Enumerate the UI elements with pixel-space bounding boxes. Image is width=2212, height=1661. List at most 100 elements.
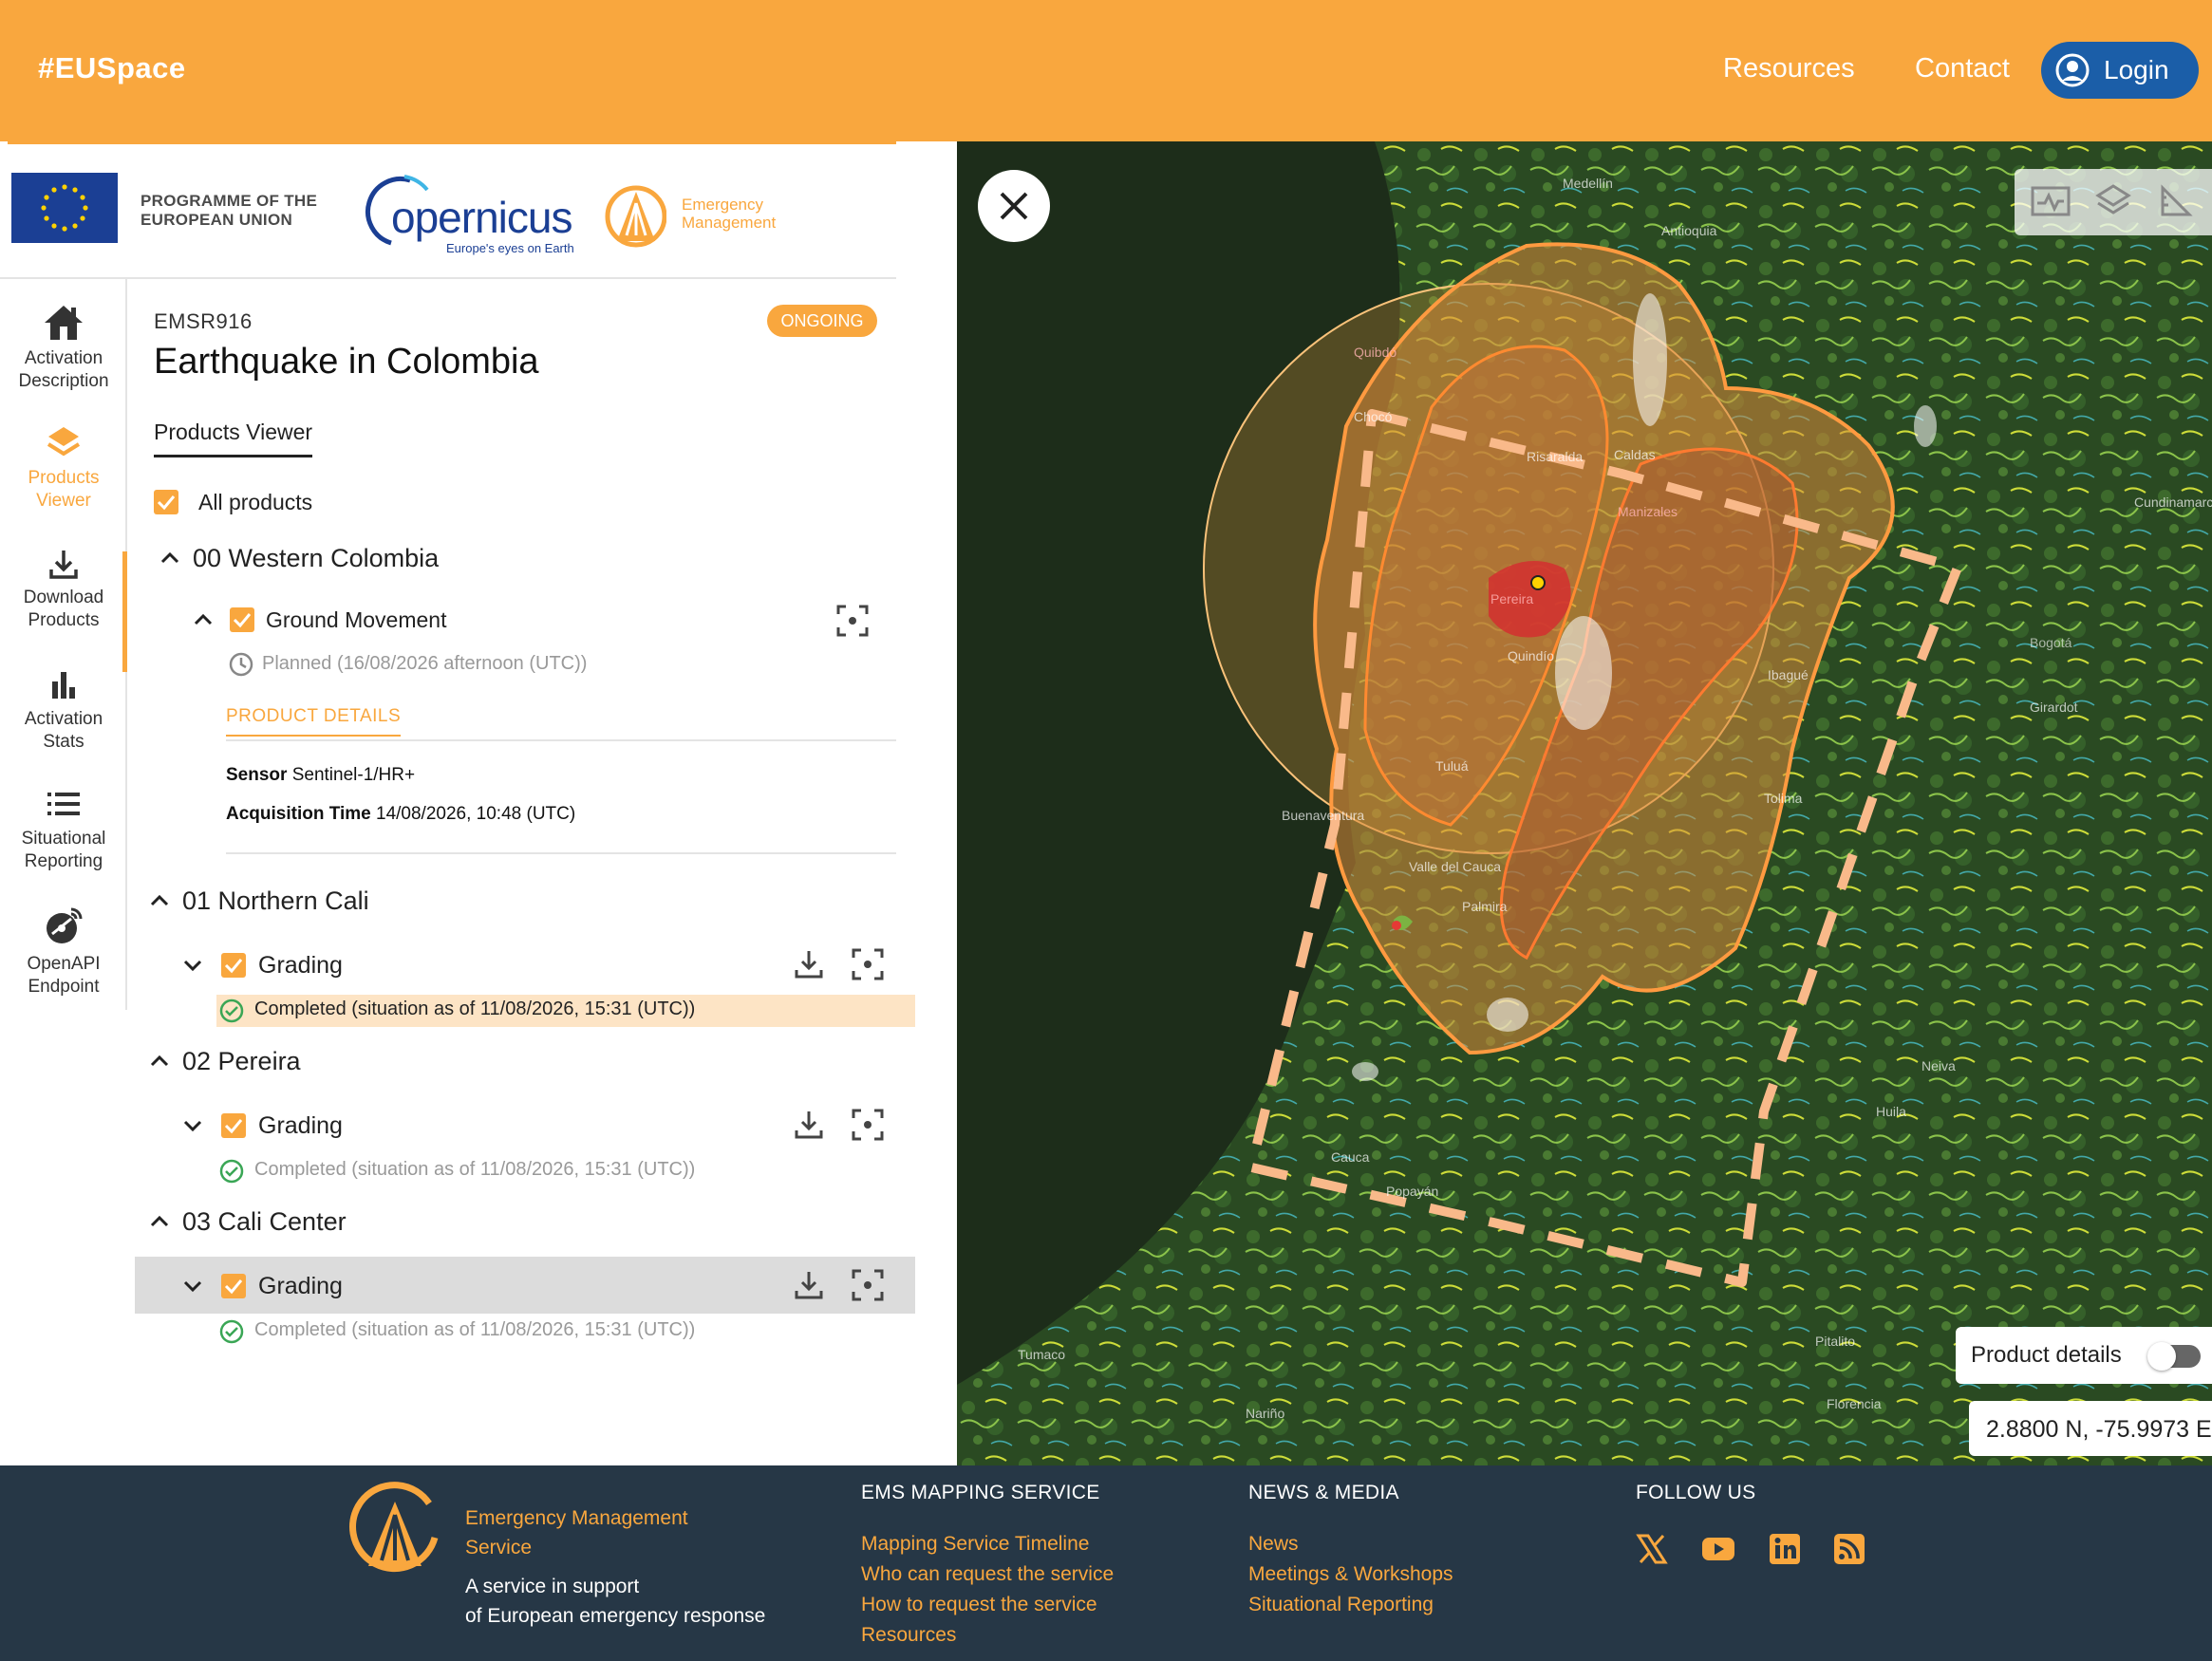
map-place-label: Antioquia <box>1661 223 1717 238</box>
acquisition-time-info: Acquisition Time 14/08/2026, 10:48 (UTC) <box>226 804 576 824</box>
nav-products-viewer[interactable]: Products Viewer <box>0 423 127 513</box>
status-badge: ONGOING <box>767 305 877 337</box>
check-icon <box>233 613 252 628</box>
map-view[interactable]: Medellín Antioquia Quibdó Chocó Risarald… <box>957 141 2212 1465</box>
footer-link[interactable]: Meetings & Workshops <box>1248 1563 1453 1586</box>
nav-download-products[interactable]: Download Products <box>0 547 127 632</box>
close-icon <box>1000 192 1028 220</box>
chevron-down-icon[interactable] <box>182 1279 203 1293</box>
download-icon[interactable] <box>792 947 826 981</box>
linkedin-icon[interactable] <box>1768 1532 1802 1566</box>
product-details-label: Product details <box>1971 1342 2122 1368</box>
download-icon[interactable] <box>792 1268 826 1302</box>
product-details-toggle[interactable] <box>2147 1342 2201 1371</box>
chevron-up-icon[interactable] <box>149 893 170 906</box>
nav-contact-link[interactable]: Contact <box>1915 53 2010 84</box>
map-place-label: Pereira <box>1490 591 1534 607</box>
activation-title: Earthquake in Colombia <box>154 342 539 382</box>
house-icon <box>45 306 83 340</box>
map-place-label: Buenaventura <box>1282 808 1365 823</box>
aoi-name[interactable]: 03 Cali Center <box>182 1207 347 1237</box>
map-place-label: Huila <box>1876 1104 1906 1119</box>
x-icon[interactable] <box>1635 1532 1669 1566</box>
footer-link[interactable]: Situational Reporting <box>1248 1594 1434 1616</box>
download-icon[interactable] <box>792 1108 826 1142</box>
footer-link[interactable]: Resources <box>861 1624 956 1647</box>
sensor-info: Sensor Sentinel-1/HR+ <box>226 765 416 785</box>
map-place-label: Nariño <box>1246 1406 1285 1421</box>
map-place-label: Bogotá <box>2030 635 2072 650</box>
chart-panel-icon[interactable] <box>2030 182 2071 220</box>
map-place-label: Tuluá <box>1435 758 1469 774</box>
map-canvas[interactable] <box>957 141 2212 1465</box>
zoom-to-extent-icon[interactable] <box>851 1108 885 1142</box>
aoi-name[interactable]: 01 Northern Cali <box>182 886 369 916</box>
zoom-to-extent-icon[interactable] <box>835 604 870 638</box>
product-status: Planned (16/08/2026 afternoon (UTC)) <box>262 653 588 674</box>
activation-code: EMSR916 <box>154 309 253 333</box>
product-checkbox[interactable] <box>221 953 246 978</box>
map-place-label: Medellín <box>1563 176 1613 191</box>
product-type: Grading <box>258 1273 343 1299</box>
layers-icon[interactable] <box>2094 182 2132 220</box>
logo-row: PROGRAMME OF THE EUROPEAN UNION opernicu… <box>0 144 896 279</box>
divider <box>226 852 896 854</box>
product-checkbox[interactable] <box>221 1274 246 1298</box>
nav-situational-reporting[interactable]: Situational Reporting <box>0 788 127 873</box>
copernicus-logo: opernicus Europe's eyes on Earth <box>353 171 581 255</box>
map-place-label: Girardot <box>2030 700 2078 715</box>
map-place-label: Popayán <box>1386 1184 1439 1199</box>
rss-icon[interactable] <box>1832 1532 1866 1566</box>
eu-stars-icon <box>41 184 88 232</box>
aoi-name[interactable]: 02 Pereira <box>182 1047 301 1076</box>
product-status: Completed (situation as of 11/08/2026, 1… <box>254 1319 696 1340</box>
map-place-label: Valle del Cauca <box>1409 859 1502 874</box>
nav-resources-link[interactable]: Resources <box>1723 53 1855 84</box>
login-label: Login <box>2104 55 2169 84</box>
map-place-label: Manizales <box>1618 504 1678 519</box>
nav-activation-stats[interactable]: Activation Stats <box>0 668 127 754</box>
chevron-up-icon[interactable] <box>149 1214 170 1227</box>
login-button[interactable]: Login <box>2041 42 2199 99</box>
aoi-name[interactable]: 00 Western Colombia <box>193 544 439 573</box>
emergency-management-text: Emergency Management <box>682 196 777 232</box>
nav-activation-description[interactable]: Activation Description <box>0 304 127 393</box>
download-icon <box>49 551 78 579</box>
zoom-to-extent-icon[interactable] <box>851 1268 885 1302</box>
product-type: Grading <box>258 952 343 979</box>
product-type: Grading <box>258 1112 343 1139</box>
zoom-to-extent-icon[interactable] <box>851 947 885 981</box>
map-place-label: Cundinamarca <box>2134 495 2212 510</box>
tab-product-details[interactable]: PRODUCT DETAILS <box>226 706 402 737</box>
footer-link[interactable]: Who can request the service <box>861 1563 1114 1586</box>
emergency-management-logo-icon <box>349 1482 439 1573</box>
chevron-up-icon[interactable] <box>159 551 180 564</box>
euspace-brand[interactable]: #EUSpace <box>38 51 186 85</box>
chevron-down-icon[interactable] <box>182 1119 203 1132</box>
map-place-label: Caldas <box>1614 447 1656 462</box>
check-icon <box>224 1119 243 1134</box>
youtube-icon[interactable] <box>1701 1532 1735 1566</box>
nav-openapi-endpoint[interactable]: OpenAPI Endpoint <box>0 905 127 998</box>
all-products-label: All products <box>198 490 313 514</box>
footer-link[interactable]: How to request the service <box>861 1594 1097 1616</box>
chevron-down-icon[interactable] <box>182 959 203 972</box>
check-icon <box>157 495 176 511</box>
footer-link[interactable]: Mapping Service Timeline <box>861 1533 1089 1556</box>
tab-products-viewer[interactable]: Products Viewer <box>154 420 313 457</box>
map-place-label: Neiva <box>1921 1058 1956 1073</box>
chevron-up-icon[interactable] <box>193 612 214 625</box>
check-icon <box>224 1279 243 1295</box>
product-checkbox[interactable] <box>230 607 254 632</box>
toggle-knob <box>2147 1342 2176 1371</box>
map-place-label: Florencia <box>1827 1396 1882 1411</box>
close-map-button[interactable] <box>978 170 1050 242</box>
product-checkbox[interactable] <box>221 1113 246 1138</box>
measure-icon[interactable] <box>2157 182 2195 220</box>
eu-flag-logo <box>11 173 118 243</box>
all-products-checkbox[interactable] <box>154 490 178 514</box>
footer-link[interactable]: News <box>1248 1533 1299 1556</box>
top-bar: #EUSpace Resources Contact Login <box>0 0 2212 141</box>
chevron-up-icon[interactable] <box>149 1054 170 1067</box>
map-place-label: Risaralda <box>1527 449 1584 464</box>
